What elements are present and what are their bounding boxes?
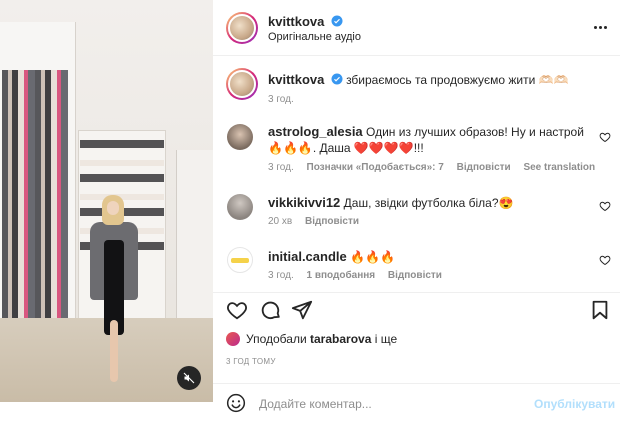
author-avatar[interactable] (226, 12, 258, 44)
comment-time[interactable]: 3 год. (268, 270, 294, 281)
reply-button[interactable]: Відповісти (388, 270, 442, 281)
emoji-smile-icon[interactable] (226, 393, 246, 413)
liker-username[interactable]: tarabarova (310, 332, 371, 346)
audio-link[interactable]: Оригінальне аудіо (268, 31, 361, 43)
post-comment-button[interactable]: Опублікувати (534, 397, 615, 411)
more-options-button[interactable] (591, 19, 609, 35)
comment-text: 🔥🔥🔥 (350, 250, 395, 264)
mute-button[interactable] (177, 366, 201, 390)
comment-meta: 20 хв Відповісти (268, 216, 369, 227)
more-options-icon (593, 25, 597, 29)
paper-plane-icon[interactable] (291, 299, 313, 321)
bookmark-icon[interactable] (589, 299, 611, 321)
comment-meta: 3 год. 1 вподобання Відповісти (268, 270, 452, 281)
commenter-avatar[interactable] (227, 247, 253, 273)
comments-list[interactable]: kvittkova збираємось та продовжуємо жити… (213, 56, 620, 286)
heart-icon[interactable] (599, 200, 611, 212)
author-username[interactable]: kvittkova (268, 14, 324, 29)
comment-input[interactable] (259, 395, 529, 413)
video-door (176, 150, 213, 320)
caption-time[interactable]: 3 год. (268, 94, 294, 105)
video-clothes-rack (2, 70, 68, 350)
post-caption: kvittkova збираємось та продовжуємо жити… (268, 72, 598, 88)
post-header: kvittkova Оригінальне аудіо (213, 0, 620, 56)
heart-icon[interactable] (599, 131, 611, 143)
commenter-avatar[interactable] (227, 194, 253, 220)
comment-username[interactable]: initial.candle (268, 249, 347, 264)
verified-badge-icon (331, 15, 343, 27)
see-translation-button[interactable]: See translation (523, 162, 595, 173)
liker-avatar[interactable] (226, 332, 240, 346)
likes-others[interactable]: і ще (375, 332, 397, 346)
verified-badge-icon (331, 73, 343, 85)
comment-time[interactable]: 20 хв (268, 216, 292, 227)
comment-time[interactable]: 3 год. (268, 162, 294, 173)
post-timestamp[interactable]: 3 ГОД ТОМУ (226, 357, 276, 366)
comment-like-count[interactable]: Позначки «Подобається»: 7 (307, 162, 444, 173)
likes-prefix: Уподобали (246, 332, 307, 346)
likes-summary: Уподобали tarabarova і ще (226, 332, 397, 346)
post-actions-bar (213, 292, 620, 324)
speaker-muted-icon (183, 372, 195, 384)
post-video[interactable] (0, 0, 213, 402)
comment-bubble-icon[interactable] (260, 299, 282, 321)
comment-meta: 3 год. Позначки «Подобається»: 7 Відпові… (268, 162, 605, 173)
comment-like-count[interactable]: 1 вподобання (307, 270, 376, 281)
post-details-panel: kvittkova Оригінальне аудіо kvittkova зб… (213, 0, 620, 423)
caption-text: збираємось та продовжуємо жити 🫶🏻🫶🏻 (346, 73, 569, 87)
comment-composer: Опублікувати (213, 383, 620, 423)
caption-author-avatar[interactable] (226, 68, 258, 100)
heart-icon[interactable] (599, 254, 611, 266)
caption-username[interactable]: kvittkova (268, 72, 324, 87)
commenter-avatar[interactable] (227, 124, 253, 150)
comment-username[interactable]: astrolog_alesia (268, 124, 363, 139)
reply-button[interactable]: Відповісти (457, 162, 511, 173)
video-person-face (107, 201, 119, 215)
heart-icon[interactable] (226, 299, 248, 321)
reply-button[interactable]: Відповісти (305, 216, 359, 227)
comment-text: Даш, звідки футболка біла?😍 (343, 196, 514, 210)
comment-username[interactable]: vikkikivvi12 (268, 195, 340, 210)
video-person-leg (110, 320, 118, 382)
